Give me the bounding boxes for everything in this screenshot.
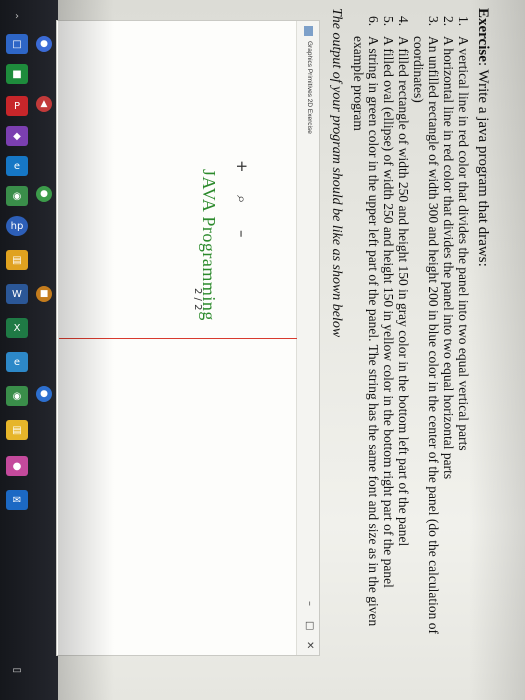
app-icon[interactable]: ◆ (6, 126, 28, 146)
zoom-out-icon[interactable]: – (233, 230, 251, 238)
list-item: 5. A filled oval (ellipse) of width 250 a… (381, 16, 396, 588)
tray-icon-1[interactable]: ● (36, 36, 52, 52)
powerpoint-icon[interactable]: P (6, 96, 28, 116)
folder-icon[interactable]: ▤ (6, 420, 28, 440)
start-icon[interactable]: □ (6, 34, 28, 54)
tray-icon-3[interactable]: ● (36, 186, 52, 202)
maximize-icon: □ (304, 621, 315, 631)
requirements-list: 1. A vertical line in red color that divi… (351, 16, 471, 656)
chrome-icon-2[interactable]: ◉ (6, 386, 28, 406)
exercise-label: Exercise (475, 8, 491, 62)
java-window-screenshot: Graphics Primitives 2D Exercise – □ ✕ JA… (56, 20, 320, 656)
list-item: 3. An unfilled rectangle of width 300 and… (411, 16, 441, 634)
exercise-title: Exercise: Write a java program that draw… (474, 8, 491, 267)
excel-icon[interactable]: X (6, 318, 28, 338)
window-app-icon (304, 26, 313, 36)
window-titlebar: Graphics Primitives 2D Exercise – □ ✕ (296, 21, 319, 655)
notification-icon[interactable]: ▭ (6, 660, 28, 680)
red-vertical-line (59, 338, 297, 339)
mail-icon[interactable]: ✉ (6, 490, 28, 510)
chevron-icon[interactable]: › (6, 6, 28, 26)
zoom-in-icon[interactable]: + (233, 160, 251, 173)
tray-icon-2[interactable]: ▲ (36, 96, 52, 112)
store-icon[interactable]: ■ (6, 64, 28, 84)
word-icon[interactable]: W (6, 284, 28, 304)
exercise-title-text: : Write a java program that draws: (475, 61, 491, 267)
taskbar: › □ ■ P ◆ e ◉ hp ▤ W X e ◉ ▤ ● ✉ ▭ ● ▲ ●… (0, 0, 58, 700)
chrome-icon[interactable]: ◉ (6, 186, 28, 206)
list-item: 2. A horizontal line in red color that di… (441, 16, 456, 480)
close-icon: ✕ (304, 641, 315, 650)
files-icon[interactable]: ▤ (6, 250, 28, 270)
list-item: 1. A vertical line in red color that divi… (456, 16, 471, 451)
hp-icon[interactable]: hp (6, 216, 28, 236)
list-item: 4. A filled rectangle of width 250 and he… (396, 16, 411, 547)
tray-icon-4[interactable]: ■ (36, 286, 52, 302)
document-page: Exercise: Write a java program that draw… (56, 0, 525, 700)
output-note: The output of your program should be lik… (329, 8, 344, 338)
page-indicator: 2 / 2 (192, 288, 203, 311)
edge-icon[interactable]: e (6, 156, 28, 176)
chat-icon[interactable]: ● (6, 456, 28, 476)
search-icon[interactable]: ⌕ (233, 195, 251, 203)
list-item: 6. A string in green color in the upper l… (351, 16, 381, 627)
minimize-icon: – (304, 601, 315, 606)
tray-icon-5[interactable]: ● (36, 386, 52, 402)
edge-icon-2[interactable]: e (6, 352, 28, 372)
window-title: Graphics Primitives 2D Exercise (306, 41, 313, 134)
